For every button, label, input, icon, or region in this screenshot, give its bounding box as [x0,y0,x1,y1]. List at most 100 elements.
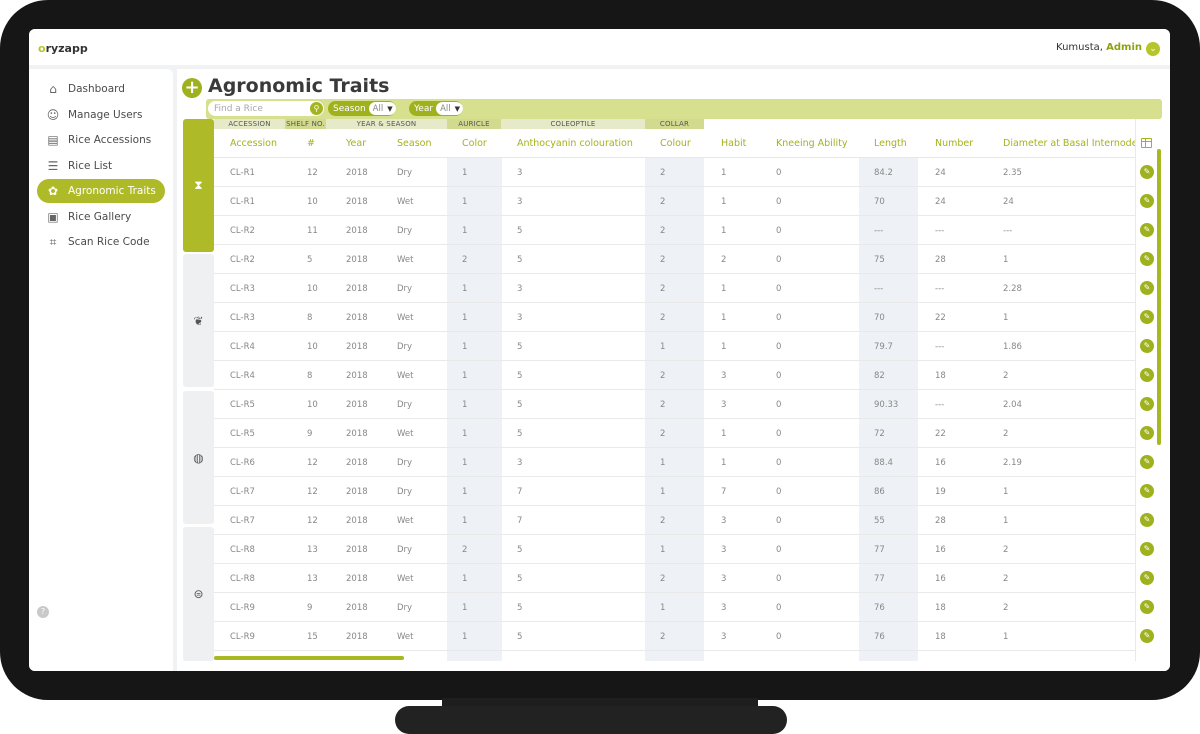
add-button[interactable]: + [182,78,202,98]
table-row: CL-R7 12 2018 Dry 1 7 1 7 0 86 19 1 [214,477,1135,506]
group-header-shelf: SHELF NO. [285,119,326,129]
season-select-value: All [372,103,384,114]
cell-habit: 1 [721,197,727,207]
sidebar-item-label: Scan Rice Code [68,236,150,248]
season-select[interactable]: All ▼ [368,102,396,115]
edit-icon[interactable]: ✎ [1140,426,1154,440]
app-screen: oryzapp Kumusta, Admin ⌄ ⌂ Dashboard ☺ Mana… [29,29,1170,671]
table-row: CL-R9 15 2018 Wet 1 5 2 3 0 76 18 1 [214,622,1135,651]
edit-icon[interactable]: ✎ [1140,368,1154,382]
table-row: CL-R3 10 2018 Dry 1 3 2 1 0 --- --- 2.28 [214,274,1135,303]
search-icon[interactable]: ⚲ [310,102,323,115]
col-habit[interactable]: Habit [721,138,746,149]
sidebar-item-dashboard[interactable]: ⌂ Dashboard [37,77,165,101]
cell-season: Dry [397,603,413,613]
group-tab-flower[interactable]: ❦ [183,254,214,387]
cell-auricle-color: 1 [462,632,468,642]
edit-icon[interactable]: ✎ [1140,194,1154,208]
edit-icon[interactable]: ✎ [1140,310,1154,324]
edit-icon[interactable]: ✎ [1140,165,1154,179]
cell-accession: CL-R7 [230,516,255,526]
app-logo[interactable]: oryzapp [38,42,88,55]
sidebar-item-agronomic-traits[interactable]: ✿ Agronomic Traits [37,179,165,203]
cell-auricle-color: 1 [462,603,468,613]
sidebar-item-label: Manage Users [68,108,143,121]
cell-kneeing: 0 [776,400,782,410]
cell-accession: CL-R1 [230,197,255,207]
group-tab-grain[interactable]: ◍ [183,391,214,524]
column-settings-icon[interactable] [1141,138,1152,148]
cell-number: 12 [307,168,318,178]
edit-icon[interactable]: ✎ [1140,629,1154,643]
col-number-tillers[interactable]: Number [935,138,973,149]
group-tab-seed[interactable]: ⊜ [183,527,214,661]
sidebar-item-rice-accessions[interactable]: ▤ Rice Accessions [37,128,165,152]
edit-icon[interactable]: ✎ [1140,397,1154,411]
cell-season: Wet [397,429,414,439]
edit-icon[interactable]: ✎ [1140,223,1154,237]
cell-season: Dry [397,458,413,468]
search-input[interactable] [208,101,306,116]
user-name: Kumusta, [1056,42,1103,53]
edit-icon[interactable]: ✎ [1140,571,1154,585]
traits-icon: ✿ [47,184,59,198]
sidebar-item-rice-list[interactable]: ☰ Rice List [37,154,165,178]
sidebar-item-manage-users[interactable]: ☺ Manage Users [37,103,165,127]
edit-icon[interactable]: ✎ [1140,600,1154,614]
year-filter[interactable]: Year All ▼ [409,101,463,116]
cell-kneeing: 0 [776,168,782,178]
col-length[interactable]: Length [874,138,907,149]
edit-icon[interactable]: ✎ [1140,339,1154,353]
cell-anthocyanin: 3 [517,313,523,323]
edit-icon[interactable]: ✎ [1140,455,1154,469]
cell-anthocyanin: 3 [517,458,523,468]
col-kneeing[interactable]: Kneeing Ability [776,138,847,149]
edit-icon[interactable]: ✎ [1140,281,1154,295]
col-anthocyanin[interactable]: Anthocyanin colouration [517,138,633,149]
edit-icon[interactable]: ✎ [1140,542,1154,556]
col-auricle-color[interactable]: Color [462,138,487,149]
user-greeting[interactable]: Kumusta, Admin [1056,42,1142,53]
edit-icon[interactable]: ✎ [1140,252,1154,266]
season-filter-label: Season [333,103,366,114]
help-icon[interactable]: ? [37,606,49,618]
filter-bar: ⚲ Season All▼ Year All▼ [206,99,1162,119]
cell-anthocyanin: 5 [517,545,523,555]
cell-auricle-color: 1 [462,487,468,497]
col-number[interactable]: # [307,138,315,149]
user-menu-icon[interactable]: ⌄ [1146,42,1160,56]
cell-anthocyanin: 5 [517,603,523,613]
cell-diameter: 2 [1003,371,1009,381]
season-filter[interactable]: Season All ▼ [328,101,396,116]
edit-icon[interactable]: ✎ [1140,484,1154,498]
sidebar-item-scan-rice-code[interactable]: ⌗ Scan Rice Code [37,230,165,254]
cell-kneeing: 0 [776,545,782,555]
cell-kneeing: 0 [776,342,782,352]
cell-anthocyanin: 5 [517,574,523,584]
col-year[interactable]: Year [346,138,366,149]
sidebar-item-rice-gallery[interactable]: ▣ Rice Gallery [37,205,165,229]
col-season[interactable]: Season [397,138,431,149]
col-accession[interactable]: Accession [230,138,277,149]
cell-accession: CL-R8 [230,574,255,584]
horizontal-scrollbar[interactable] [214,656,404,660]
cell-auricle-color: 1 [462,429,468,439]
cell-tiller-number: --- [935,284,945,294]
cell-season: Wet [397,632,414,642]
cell-anthocyanin: 5 [517,342,523,352]
group-tab-panicle[interactable]: ⧗ [183,119,214,252]
cell-length: 88.4 [874,458,893,468]
cell-anthocyanin: 5 [517,429,523,439]
year-select[interactable]: All ▼ [436,102,463,115]
edit-icon[interactable]: ✎ [1140,513,1154,527]
cell-diameter: 2 [1003,603,1009,613]
cell-diameter: 1 [1003,632,1009,642]
vertical-scrollbar[interactable] [1157,149,1161,445]
col-diameter[interactable]: Diameter at Basal Internode [1003,138,1135,149]
table-row: CL-R3 8 2018 Wet 1 3 2 1 0 70 22 1 [214,303,1135,332]
cell-season: Wet [397,574,414,584]
cell-year: 2018 [346,284,368,294]
cell-year: 2018 [346,197,368,207]
col-collar-colour[interactable]: Colour [660,138,691,149]
cell-kneeing: 0 [776,632,782,642]
